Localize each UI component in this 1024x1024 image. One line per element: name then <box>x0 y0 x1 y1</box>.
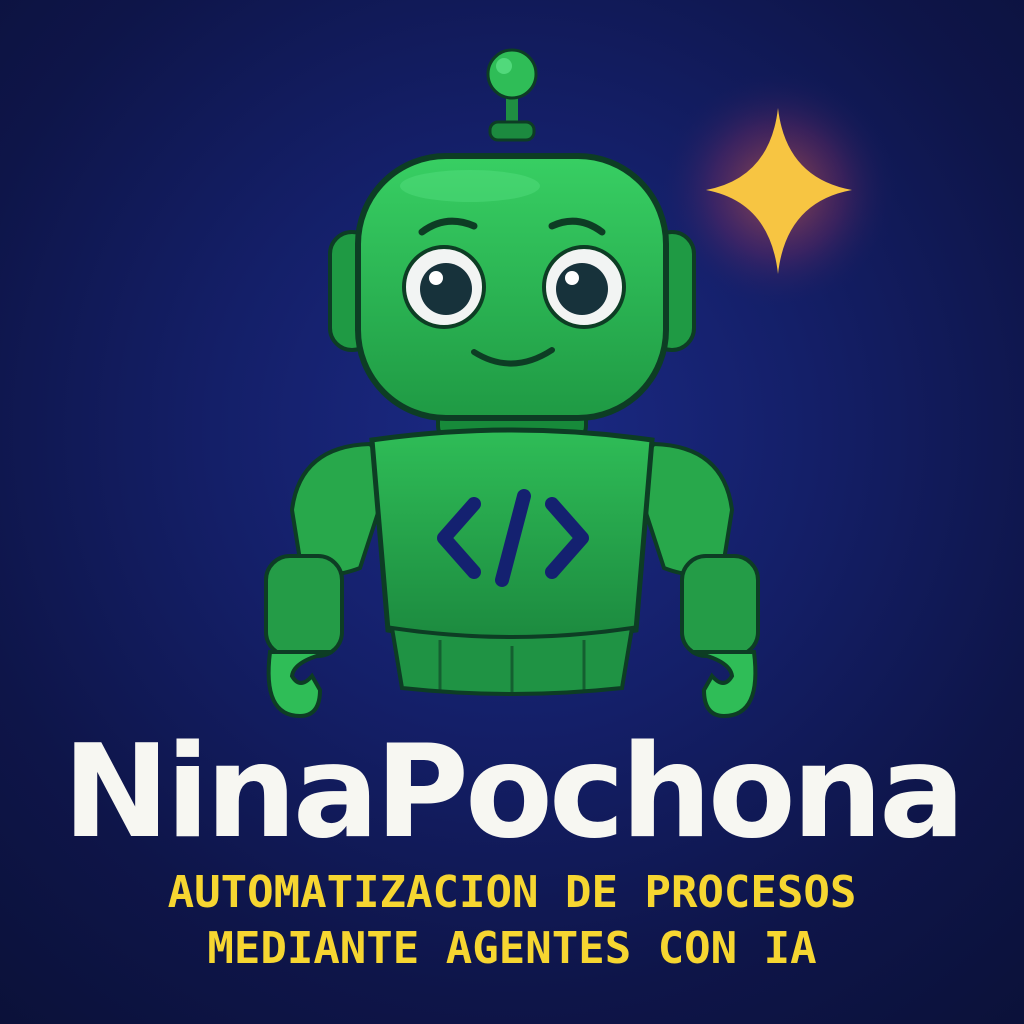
logo-canvas: NinaPochona AUTOMATIZACION DE PROCESOS M… <box>0 0 1024 1024</box>
antenna-ball <box>486 48 538 100</box>
tagline-line-2: MEDIANTE AGENTES CON IA <box>207 923 817 974</box>
tagline-line-1: AUTOMATIZACION DE PROCESOS <box>167 867 857 918</box>
brand-title: NinaPochona <box>62 718 966 867</box>
